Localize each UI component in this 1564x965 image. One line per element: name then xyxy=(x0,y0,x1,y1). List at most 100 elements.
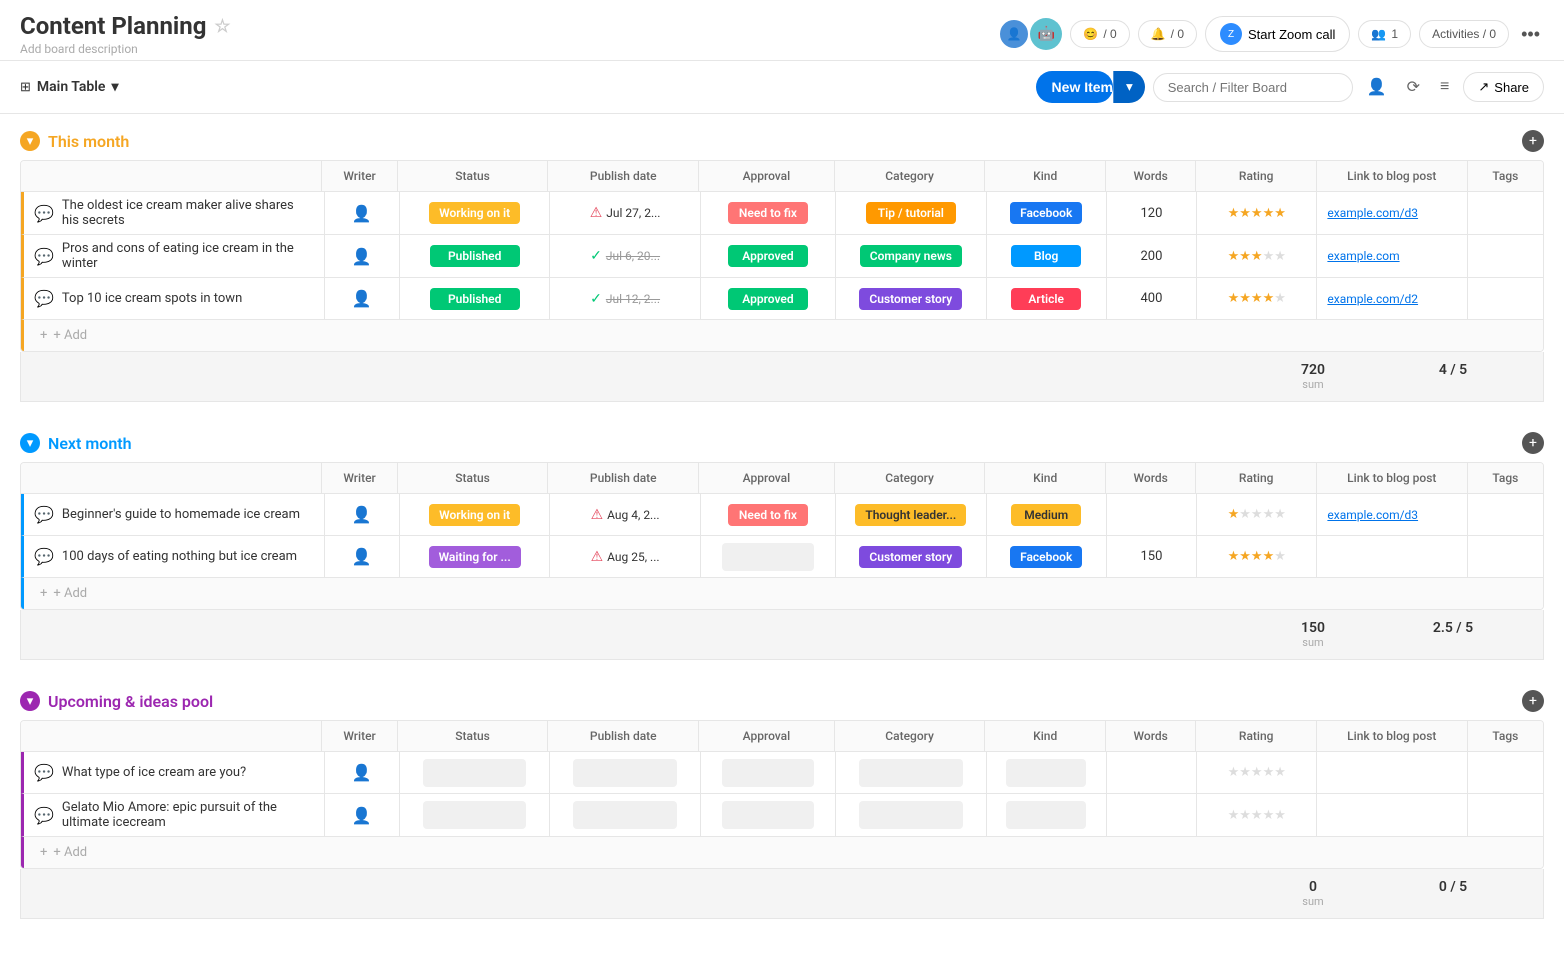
row-tags-cell[interactable] xyxy=(1468,794,1543,836)
row-rating-cell[interactable]: ★★★★★ xyxy=(1197,536,1317,577)
row-rating-cell[interactable]: ★★★★★ xyxy=(1197,752,1317,793)
rating-stars[interactable]: ★★★★★ xyxy=(1228,507,1286,522)
approval-badge[interactable]: Need to fix xyxy=(728,504,808,526)
comment-icon[interactable]: 💬 xyxy=(34,763,54,782)
avatar[interactable]: 👤 xyxy=(998,18,1030,50)
row-link-cell[interactable]: example.com/d3 xyxy=(1317,494,1467,535)
row-category-cell[interactable]: Customer story xyxy=(836,278,986,319)
table-name[interactable]: Main Table ▾ xyxy=(37,79,119,95)
row-category-cell[interactable] xyxy=(836,752,986,793)
row-approval-cell[interactable] xyxy=(701,752,836,793)
kind-badge[interactable]: Medium xyxy=(1011,504,1081,526)
row-tags-cell[interactable] xyxy=(1468,192,1543,234)
rating-stars[interactable]: ★★★★★ xyxy=(1228,206,1286,221)
row-rating-cell[interactable]: ★★★★★ xyxy=(1197,235,1317,277)
zoom-call-button[interactable]: Z Start Zoom call xyxy=(1205,16,1350,52)
comment-icon[interactable]: 💬 xyxy=(34,806,54,825)
row-link-cell[interactable] xyxy=(1317,752,1467,793)
row-link-cell[interactable]: example.com/d3 xyxy=(1317,192,1467,234)
search-input[interactable] xyxy=(1153,73,1353,102)
row-status-cell[interactable] xyxy=(400,752,550,793)
row-tags-cell[interactable] xyxy=(1468,278,1543,319)
row-approval-cell[interactable] xyxy=(701,794,836,836)
row-rating-cell[interactable]: ★★★★★ xyxy=(1197,192,1317,234)
kind-badge[interactable]: Blog xyxy=(1011,245,1081,267)
row-category-cell[interactable]: Customer story xyxy=(836,536,986,577)
board-description[interactable]: Add board description xyxy=(20,42,231,56)
group-toggle-next-month[interactable]: ▾ xyxy=(20,433,40,453)
avatar-robot[interactable]: 🤖 xyxy=(1030,18,1062,50)
row-link-cell[interactable] xyxy=(1317,794,1467,836)
row-kind-cell[interactable]: Facebook xyxy=(987,192,1107,234)
comment-icon[interactable]: 💬 xyxy=(34,505,54,524)
category-badge[interactable]: Company news xyxy=(860,245,962,267)
more-options-button[interactable]: ••• xyxy=(1517,20,1544,49)
writer-icon[interactable]: 👤 xyxy=(352,505,372,524)
row-kind-cell[interactable] xyxy=(987,752,1107,793)
add-row-button[interactable]: + + Add xyxy=(21,837,1543,868)
group-add-button-this-month[interactable]: + xyxy=(1522,130,1544,152)
row-status-cell[interactable] xyxy=(400,794,550,836)
rating-stars[interactable]: ★★★★★ xyxy=(1228,765,1286,780)
status-badge[interactable]: Waiting for ... xyxy=(429,546,521,568)
status-badge[interactable]: Published xyxy=(430,288,520,310)
add-row-button[interactable]: + + Add xyxy=(21,578,1543,609)
updates-button[interactable]: 🔔 / 0 xyxy=(1138,20,1197,48)
blog-link[interactable]: example.com/d3 xyxy=(1327,206,1418,220)
category-badge[interactable]: Customer story xyxy=(859,546,962,568)
new-item-dropdown-button[interactable]: ▾ xyxy=(1113,71,1145,103)
row-status-cell[interactable]: Working on it xyxy=(400,192,550,234)
rating-stars[interactable]: ★★★★★ xyxy=(1228,291,1286,306)
blog-link[interactable]: example.com xyxy=(1327,249,1399,263)
row-rating-cell[interactable]: ★★★★★ xyxy=(1197,794,1317,836)
category-badge[interactable]: Tip / tutorial xyxy=(866,202,956,224)
row-approval-cell[interactable]: Need to fix xyxy=(701,494,836,535)
rating-stars[interactable]: ★★★★★ xyxy=(1228,549,1286,564)
blog-link[interactable]: example.com/d2 xyxy=(1327,292,1418,306)
share-button[interactable]: ↗ Share xyxy=(1463,72,1544,102)
rating-stars[interactable]: ★★★★★ xyxy=(1228,808,1286,823)
group-add-button-upcoming[interactable]: + xyxy=(1522,690,1544,712)
writer-icon[interactable]: 👤 xyxy=(352,547,372,566)
comment-icon[interactable]: 💬 xyxy=(34,547,54,566)
rating-stars[interactable]: ★★★★★ xyxy=(1228,249,1286,264)
row-approval-cell[interactable]: Need to fix xyxy=(701,192,836,234)
blog-link[interactable]: example.com/d3 xyxy=(1327,508,1418,522)
add-row-button[interactable]: + + Add xyxy=(21,320,1543,351)
kind-badge[interactable]: Facebook xyxy=(1010,546,1082,568)
row-status-cell[interactable]: Waiting for ... xyxy=(400,536,550,577)
row-status-cell[interactable]: Published xyxy=(400,278,550,319)
category-badge[interactable]: Customer story xyxy=(859,288,962,310)
approval-badge[interactable]: Need to fix xyxy=(728,202,808,224)
new-item-button[interactable]: New Item xyxy=(1036,71,1113,103)
writer-icon[interactable]: 👤 xyxy=(352,763,372,782)
row-kind-cell[interactable]: Blog xyxy=(987,235,1107,277)
comment-icon[interactable]: 💬 xyxy=(34,247,54,266)
row-link-cell[interactable]: example.com/d2 xyxy=(1317,278,1467,319)
kind-badge[interactable]: Facebook xyxy=(1010,202,1082,224)
row-kind-cell[interactable] xyxy=(987,794,1107,836)
comment-icon[interactable]: 💬 xyxy=(34,204,54,223)
activities-button[interactable]: Activities / 0 xyxy=(1419,20,1509,48)
row-tags-cell[interactable] xyxy=(1468,494,1543,535)
group-toggle-this-month[interactable]: ▾ xyxy=(20,131,40,151)
row-kind-cell[interactable]: Medium xyxy=(987,494,1107,535)
writer-icon[interactable]: 👤 xyxy=(352,289,372,308)
group-add-button-next-month[interactable]: + xyxy=(1522,432,1544,454)
kind-badge[interactable]: Article xyxy=(1011,288,1081,310)
row-approval-cell[interactable]: Approved xyxy=(701,235,836,277)
approval-badge[interactable]: Approved xyxy=(728,245,808,267)
row-tags-cell[interactable] xyxy=(1468,536,1543,577)
row-approval-cell[interactable] xyxy=(701,536,836,577)
row-tags-cell[interactable] xyxy=(1468,235,1543,277)
star-icon[interactable]: ☆ xyxy=(214,16,230,37)
row-kind-cell[interactable]: Article xyxy=(987,278,1107,319)
writer-icon[interactable]: 👤 xyxy=(352,806,372,825)
row-status-cell[interactable]: Working on it xyxy=(400,494,550,535)
comment-icon[interactable]: 💬 xyxy=(34,289,54,308)
row-link-cell[interactable] xyxy=(1317,536,1467,577)
members-button[interactable]: 👥 1 xyxy=(1358,20,1411,48)
row-rating-cell[interactable]: ★★★★★ xyxy=(1197,278,1317,319)
row-tags-cell[interactable] xyxy=(1468,752,1543,793)
row-link-cell[interactable]: example.com xyxy=(1317,235,1467,277)
